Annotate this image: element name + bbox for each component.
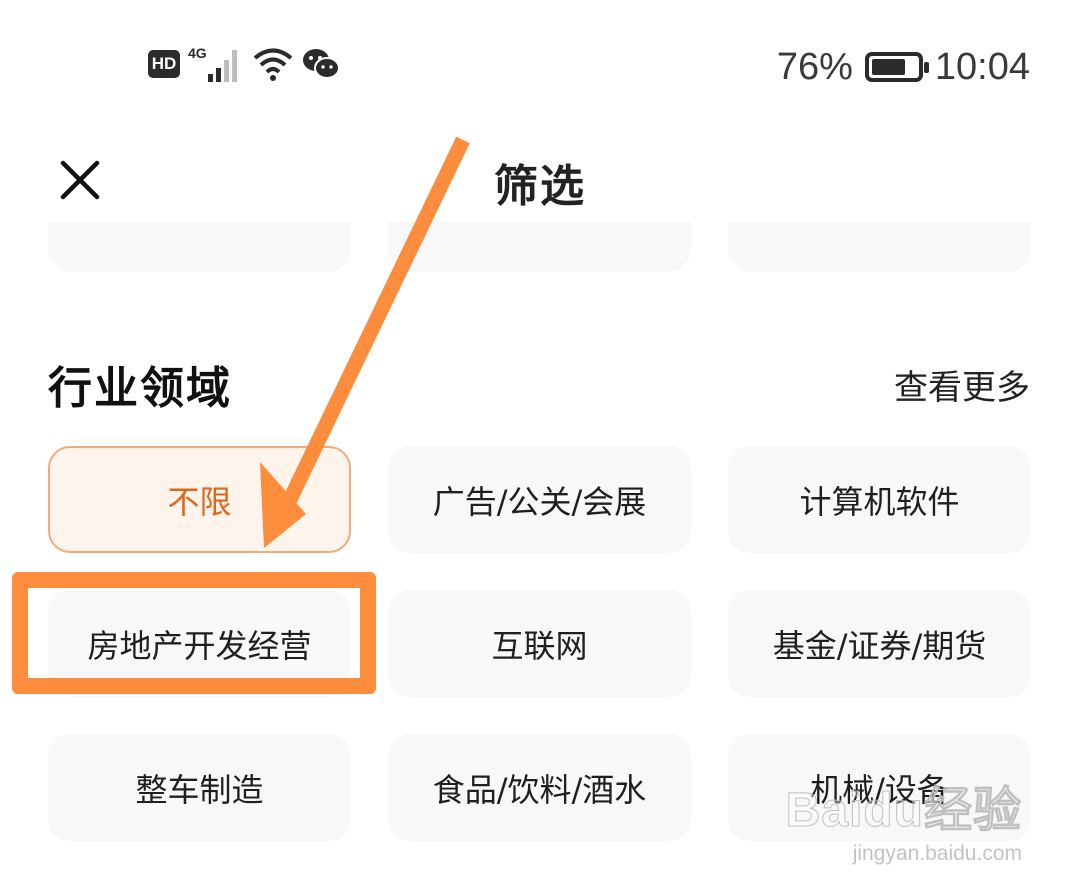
watermark-logo: Baidu经验: [785, 784, 1022, 838]
industry-option-software[interactable]: 计算机软件: [728, 446, 1031, 553]
watermark: Baidu经验 jingyan.baidu.com: [785, 770, 1022, 866]
industry-option-advertising[interactable]: 广告/公关/会展: [388, 446, 691, 553]
network-label: 4G: [188, 45, 207, 61]
see-more-link[interactable]: 查看更多: [894, 360, 1030, 409]
status-bar: HD 4G 76% 10:04: [0, 0, 1080, 130]
industry-option-finance[interactable]: 基金/证券/期货: [728, 590, 1031, 697]
watermark-url: jingyan.baidu.com: [852, 842, 1022, 865]
prev-section-chip[interactable]: [48, 222, 351, 272]
battery-percentage: 76%: [776, 45, 853, 88]
industry-option-vehicle[interactable]: 整车制造: [48, 734, 351, 841]
page-title: 筛选: [494, 161, 586, 212]
section-title-industry: 行业领域: [48, 363, 232, 414]
wifi-icon: [253, 48, 293, 81]
status-left-icons: HD 4G: [148, 44, 340, 84]
industry-option-internet[interactable]: 互联网: [388, 590, 691, 697]
wechat-icon: [303, 49, 340, 79]
industry-option-food[interactable]: 食品/饮料/酒水: [388, 734, 691, 841]
signal-icon: 4G: [188, 45, 237, 82]
battery-level: [871, 59, 906, 75]
battery-icon: [864, 52, 929, 82]
hd-badge: HD: [148, 50, 180, 78]
industry-option-real-estate[interactable]: 房地产开发经营: [48, 590, 351, 697]
prev-section-chip[interactable]: [728, 222, 1031, 272]
industry-option-unlimited[interactable]: 不限: [48, 446, 351, 553]
clock: 10:04: [934, 45, 1030, 88]
status-right: 76% 10:04: [777, 44, 1030, 90]
prev-section-chip[interactable]: [388, 222, 691, 272]
